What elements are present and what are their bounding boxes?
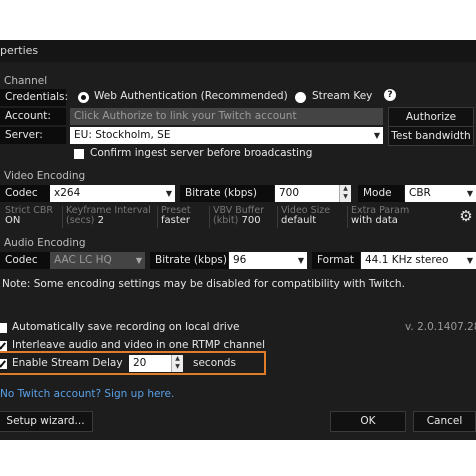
stream-delay-value: 20 bbox=[133, 357, 147, 369]
format-value: 44.1 KHz stereo bbox=[365, 254, 449, 266]
version-label: v. 2.0.1407.28 bbox=[405, 321, 476, 333]
auto-save-checkbox[interactable] bbox=[0, 323, 7, 333]
param-value: 2 bbox=[97, 215, 104, 226]
auto-save-label[interactable]: Automatically save recording on local dr… bbox=[12, 321, 240, 333]
param-value: ON bbox=[5, 215, 21, 226]
param-video-size[interactable]: Video Size default bbox=[277, 206, 347, 228]
account-placeholder: Click Authorize to link your Twitch acco… bbox=[74, 110, 297, 122]
param-vbv-buffer[interactable]: VBV Buffer (kbit) 700 bbox=[209, 206, 277, 228]
param-caption-unit: (secs) bbox=[66, 215, 95, 226]
stream-delay-checkbox[interactable] bbox=[0, 359, 7, 369]
account-field: Click Authorize to link your Twitch acco… bbox=[70, 108, 383, 125]
video-bitrate-value: 700 bbox=[279, 187, 300, 199]
param-value: faster bbox=[161, 215, 191, 226]
mode-label: Mode bbox=[358, 185, 404, 202]
authorize-button[interactable]: Authorize bbox=[388, 107, 474, 127]
title-bar: perties bbox=[0, 40, 476, 62]
audio-bitrate-value: 96 bbox=[233, 254, 247, 266]
stream-delay-input[interactable]: 20 ▲ ▼ bbox=[129, 355, 183, 372]
window-title: perties bbox=[0, 44, 39, 57]
spin-arrows-icon[interactable]: ▲ ▼ bbox=[339, 185, 351, 202]
compatibility-note: Note: Some encoding settings may be disa… bbox=[2, 278, 405, 290]
chevron-down-icon: ▼ bbox=[373, 131, 380, 140]
account-label: Account: bbox=[0, 108, 66, 125]
confirm-ingest-checkbox[interactable] bbox=[74, 149, 84, 159]
cancel-button[interactable]: Cancel bbox=[413, 411, 476, 432]
web-auth-radio[interactable] bbox=[78, 92, 89, 103]
spin-arrows-icon[interactable]: ▲ ▼ bbox=[171, 355, 183, 372]
chevron-down-icon: ▼ bbox=[165, 189, 172, 198]
help-icon[interactable]: ? bbox=[384, 89, 396, 101]
format-label: Format bbox=[312, 252, 360, 269]
setup-wizard-button[interactable]: Setup wizard... bbox=[0, 411, 93, 432]
param-value: with data bbox=[351, 215, 398, 226]
seconds-label: seconds bbox=[193, 357, 236, 369]
param-preset[interactable]: Preset faster bbox=[157, 206, 209, 228]
chevron-down-icon: ▼ bbox=[135, 256, 142, 265]
mode-select[interactable]: CBR ▼ bbox=[405, 185, 476, 202]
web-auth-label[interactable]: Web Authentication (Recommended) bbox=[94, 90, 288, 102]
audio-bitrate-select[interactable]: 96 ▼ bbox=[229, 252, 307, 269]
gear-icon[interactable]: ⚙ bbox=[458, 208, 474, 224]
param-strict-cbr[interactable]: Strict CBR ON bbox=[2, 206, 60, 228]
video-bitrate-label: Bitrate (kbps) bbox=[180, 185, 274, 202]
param-value: 700 bbox=[241, 215, 261, 226]
server-value: EU: Stockholm, SE bbox=[74, 129, 171, 141]
server-label: Server: bbox=[0, 127, 66, 144]
signup-link[interactable]: No Twitch account? Sign up here. bbox=[0, 388, 174, 400]
video-codec-value: x264 bbox=[54, 187, 81, 199]
video-bitrate-input[interactable]: 700 ▲ ▼ bbox=[275, 185, 351, 202]
audio-encoding-section-label: Audio Encoding bbox=[4, 237, 86, 249]
audio-codec-label: Codec bbox=[0, 252, 50, 269]
chevron-down-icon: ▼ bbox=[297, 256, 304, 265]
stream-key-label[interactable]: Stream Key bbox=[312, 90, 372, 102]
interleave-label[interactable]: Interleave audio and video in one RTMP c… bbox=[12, 339, 265, 351]
stream-key-radio[interactable] bbox=[295, 92, 306, 103]
mode-value: CBR bbox=[409, 187, 431, 199]
param-extra-param[interactable]: Extra Param with data bbox=[347, 206, 455, 228]
properties-window: perties Channel Credentials: Web Authent… bbox=[0, 40, 476, 440]
chevron-down-icon: ▼ bbox=[466, 189, 473, 198]
stream-delay-label[interactable]: Enable Stream Delay bbox=[12, 357, 123, 369]
audio-codec-value: AAC LC HQ bbox=[54, 254, 112, 266]
ok-button[interactable]: OK bbox=[330, 411, 406, 432]
video-encoding-section-label: Video Encoding bbox=[4, 170, 86, 182]
audio-codec-select: AAC LC HQ ▼ bbox=[50, 252, 145, 269]
channel-section-label: Channel bbox=[4, 75, 48, 87]
format-select[interactable]: 44.1 KHz stereo ▼ bbox=[361, 252, 476, 269]
credentials-label: Credentials: bbox=[0, 89, 68, 106]
confirm-ingest-label[interactable]: Confirm ingest server before broadcastin… bbox=[90, 147, 312, 159]
param-caption-unit: (kbit) bbox=[213, 215, 239, 226]
audio-bitrate-label: Bitrate (kbps) bbox=[150, 252, 228, 269]
param-value: default bbox=[281, 215, 317, 226]
param-keyframe-interval[interactable]: Keyframe Interval (secs) 2 bbox=[62, 206, 157, 228]
server-select[interactable]: EU: Stockholm, SE ▼ bbox=[70, 127, 383, 144]
chevron-down-icon: ▼ bbox=[466, 256, 473, 265]
video-params-row: Strict CBR ON Keyframe Interval (secs) 2… bbox=[0, 206, 476, 228]
interleave-checkbox[interactable] bbox=[0, 341, 7, 351]
video-codec-label: Codec bbox=[0, 185, 50, 202]
test-bandwidth-button[interactable]: Test bandwidth bbox=[388, 126, 474, 146]
video-codec-select[interactable]: x264 ▼ bbox=[50, 185, 175, 202]
